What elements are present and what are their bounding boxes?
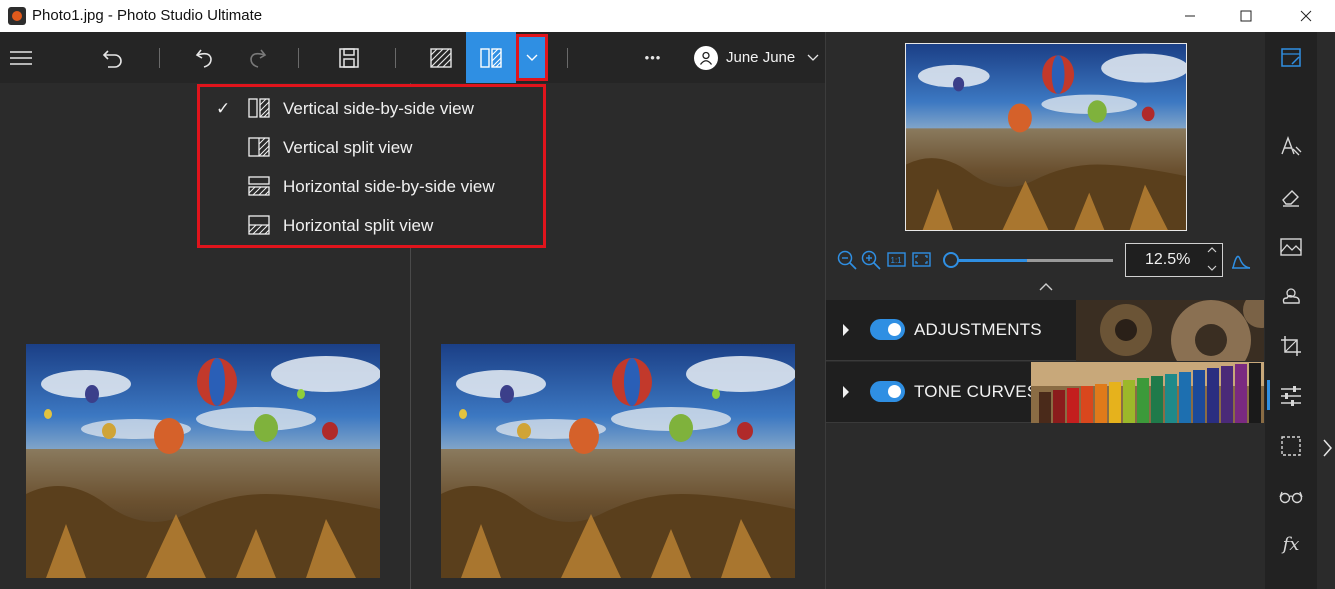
menu-icon [10, 50, 32, 65]
crop-icon[interactable] [1279, 334, 1303, 358]
edit-icon[interactable] [1279, 46, 1303, 70]
window-title: Photo1.jpg - Photo Studio Ultimate [32, 7, 263, 24]
menu-item-horizontal-side-by-side[interactable]: Horizontal side-by-side view [200, 167, 543, 206]
menu-button[interactable] [0, 32, 42, 83]
chevron-right-icon[interactable] [1322, 438, 1334, 458]
undo-button[interactable] [188, 32, 222, 83]
gears-image [1076, 300, 1264, 361]
zoom-value: 12.5% [1145, 251, 1191, 268]
close-button[interactable] [1283, 0, 1329, 32]
adjustments-toggle[interactable] [870, 319, 905, 340]
side-by-side-icon [480, 47, 502, 68]
menu-item-label: Vertical side-by-side view [283, 98, 474, 118]
fit-icon[interactable] [911, 249, 933, 271]
menu-item-label: Horizontal split view [283, 215, 434, 235]
weather-icon[interactable] [1279, 284, 1303, 308]
tone-curves-panel[interactable]: TONE CURVES [826, 362, 1264, 423]
selection-icon[interactable] [1279, 434, 1303, 458]
zoom-in-icon[interactable] [860, 249, 882, 271]
actual-size-icon[interactable]: 1:1 [886, 249, 908, 271]
menu-item-label: Horizontal side-by-side view [283, 176, 495, 196]
title-bar: Photo1.jpg - Photo Studio Ultimate [0, 0, 1335, 32]
expand-icon[interactable] [842, 385, 850, 399]
panel-title: TONE CURVES [914, 382, 1039, 401]
zoom-out-icon[interactable] [836, 249, 858, 271]
fx-icon[interactable]: fx [1279, 534, 1303, 558]
histogram-icon[interactable] [1230, 249, 1252, 271]
text-effects-icon[interactable] [1279, 135, 1303, 159]
horizontal-side-by-side-icon [248, 176, 270, 196]
svg-text:1:1: 1:1 [891, 256, 903, 265]
maximize-button[interactable] [1223, 0, 1269, 32]
user-icon [699, 51, 713, 65]
menu-item-vertical-side-by-side[interactable]: ✓ Vertical side-by-side view [200, 89, 543, 128]
more-button[interactable]: ••• [636, 32, 670, 83]
horizontal-split-icon [248, 215, 270, 235]
undo-all-button[interactable] [96, 32, 130, 83]
app-icon [8, 7, 26, 25]
panel-title: ADJUSTMENTS [914, 320, 1042, 339]
user-account[interactable]: June June [694, 32, 819, 83]
user-name: June June [726, 49, 796, 66]
maximize-icon [1240, 10, 1252, 22]
edited-photo [441, 344, 795, 578]
redo-icon [250, 49, 267, 68]
view-mode-dropdown-button[interactable] [516, 34, 548, 81]
glasses-icon[interactable] [1279, 484, 1303, 508]
undo-icon [195, 49, 212, 68]
menu-item-vertical-split[interactable]: Vertical split view [200, 128, 543, 167]
original-photo [26, 344, 380, 578]
more-icon: ••• [644, 50, 662, 65]
panel-expand-strip[interactable] [1317, 32, 1335, 589]
chevron-down-icon [526, 54, 538, 61]
save-icon [339, 47, 359, 68]
active-tool-indicator [1267, 380, 1270, 410]
undo-all-icon [102, 49, 122, 68]
tools-sidebar: fx [1265, 32, 1317, 589]
vertical-side-by-side-icon [248, 98, 270, 118]
split-view-icon [430, 47, 452, 68]
side-by-side-button[interactable] [466, 32, 516, 83]
vertical-split-icon [248, 137, 270, 157]
zoom-bar: 1:1 12.5% [826, 240, 1266, 280]
menu-item-horizontal-split[interactable]: Horizontal split view [200, 206, 543, 245]
minimize-button[interactable] [1167, 0, 1213, 32]
redo-button[interactable] [240, 32, 274, 83]
save-button[interactable] [332, 32, 366, 83]
adjustments-panel[interactable]: ADJUSTMENTS [826, 300, 1264, 361]
expand-icon[interactable] [842, 323, 850, 337]
properties-panel: 1:1 12.5% ADJUSTMENTS TONE CURVES [825, 32, 1265, 589]
split-view-button[interactable] [424, 32, 458, 83]
chevron-up-icon[interactable] [1038, 280, 1054, 294]
landscape-icon[interactable] [1279, 235, 1303, 259]
avatar [694, 45, 718, 70]
view-mode-menu: ✓ Vertical side-by-side view Vertical sp… [197, 84, 546, 248]
minimize-icon [1185, 15, 1195, 17]
navigator-preview[interactable] [905, 43, 1187, 231]
spin-down-icon[interactable] [1207, 264, 1217, 272]
eraser-icon[interactable] [1279, 185, 1303, 209]
sliders-icon[interactable] [1279, 384, 1303, 408]
menu-item-label: Vertical split view [283, 137, 413, 157]
spin-up-icon[interactable] [1207, 246, 1217, 254]
tone-curves-toggle[interactable] [870, 381, 905, 402]
zoom-slider-fill [951, 259, 1027, 262]
close-icon [1300, 10, 1312, 22]
chevron-down-icon [807, 54, 819, 61]
pencils-image [1031, 362, 1264, 423]
zoom-slider-thumb[interactable] [943, 252, 959, 268]
checkmark-icon: ✓ [216, 98, 231, 118]
